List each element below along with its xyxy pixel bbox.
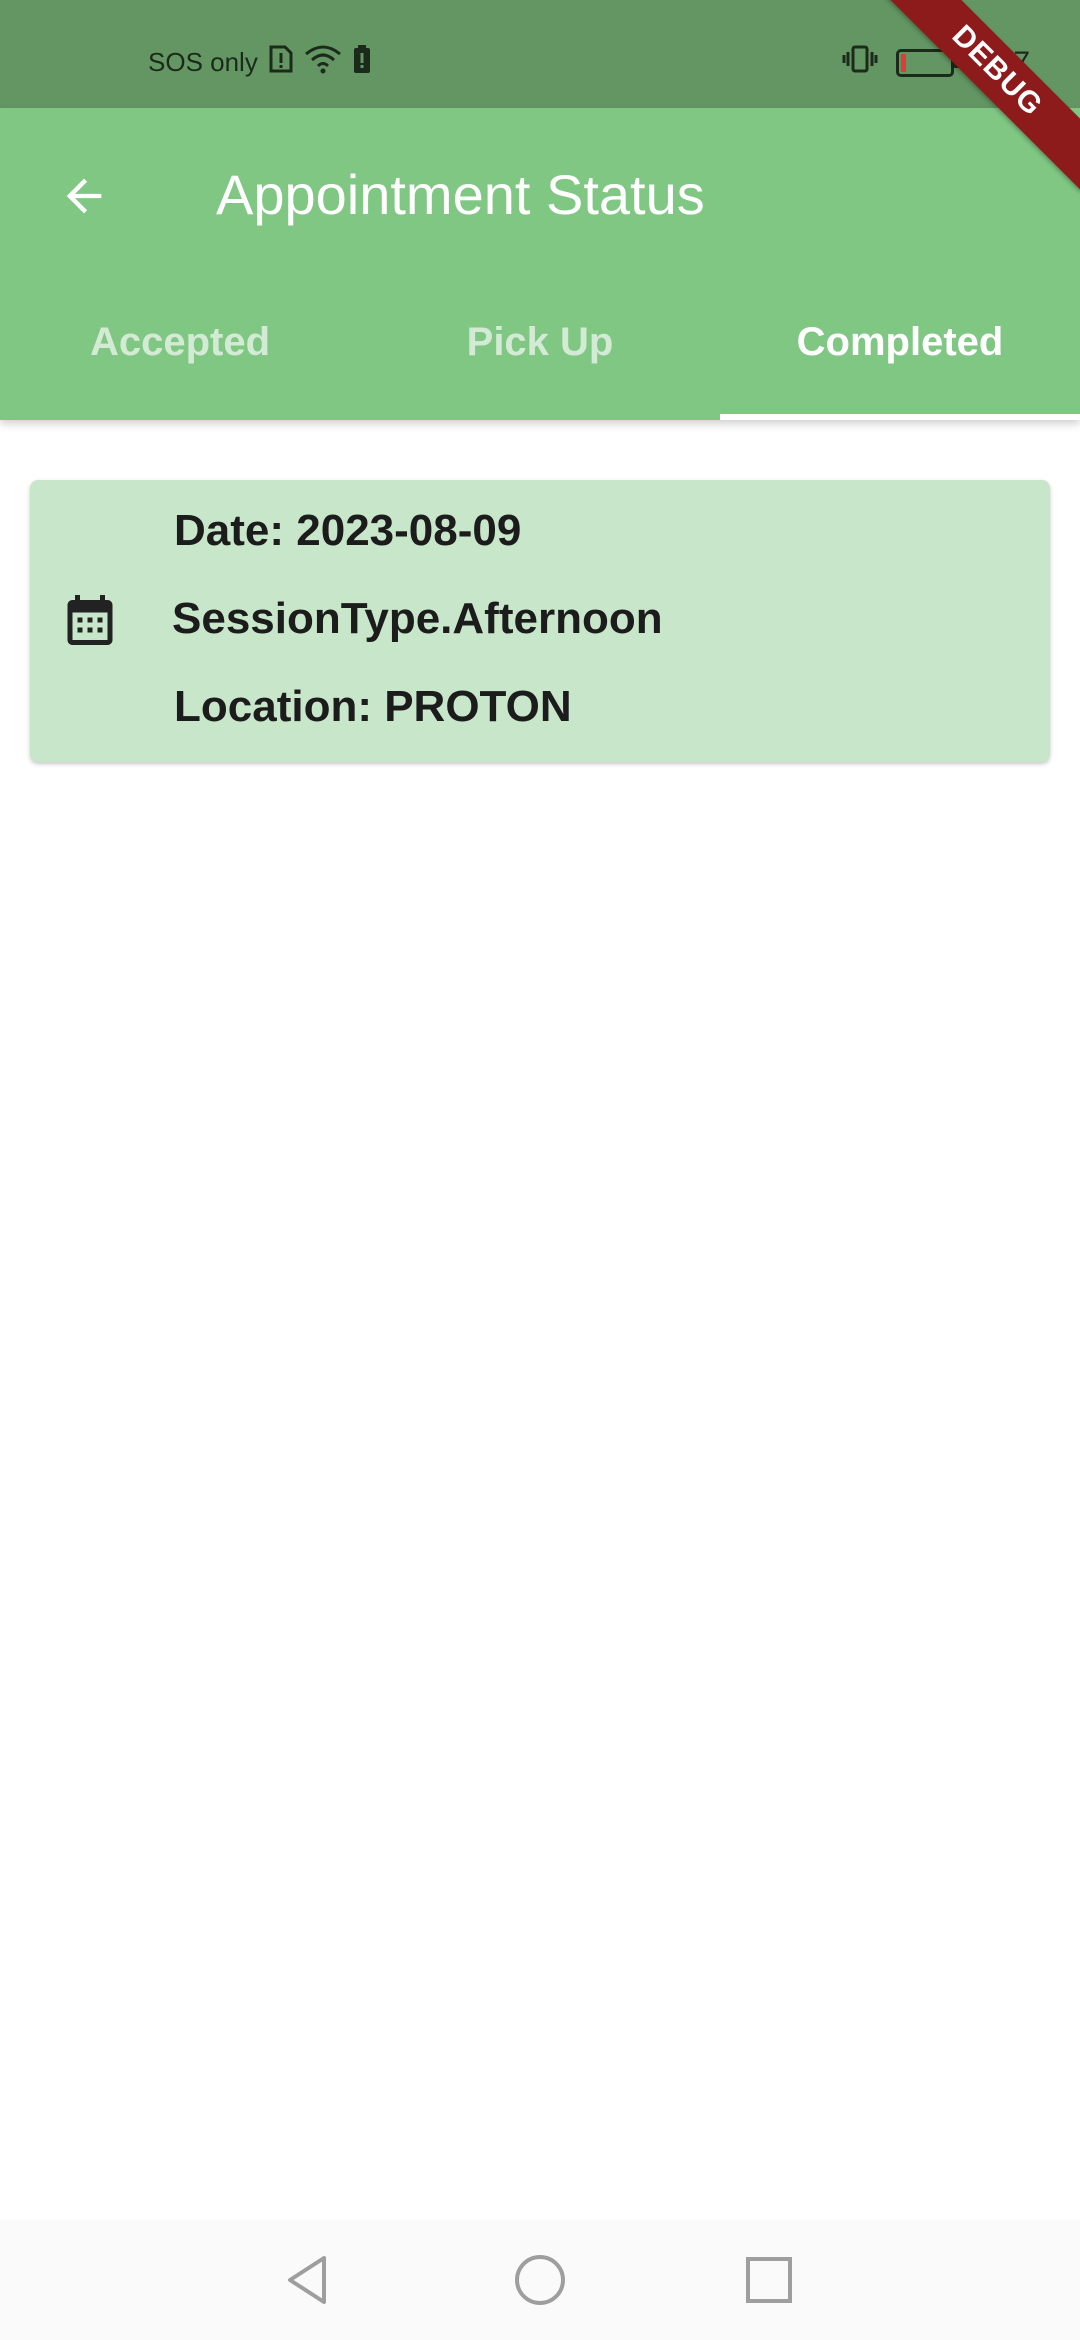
carrier-label: SOS only bbox=[148, 47, 258, 77]
clock-time: 3:47 bbox=[971, 46, 1030, 79]
tab-bar: Accepted Pick Up Completed bbox=[0, 264, 1080, 420]
battery-icon bbox=[895, 49, 960, 77]
status-right: 3:47 bbox=[842, 44, 1030, 82]
status-bar: SOS only 3:47 bbox=[0, 0, 1080, 108]
vibrate-icon bbox=[842, 44, 878, 82]
tab-pick-up[interactable]: Pick Up bbox=[360, 264, 720, 420]
appointment-location: Location: PROTON bbox=[174, 682, 572, 731]
back-triangle-icon bbox=[288, 2256, 326, 2304]
home-circle-icon bbox=[515, 2255, 565, 2305]
recents-square-icon bbox=[746, 2257, 792, 2303]
arrow-back-icon bbox=[66, 178, 102, 214]
wifi-icon bbox=[304, 44, 342, 81]
system-nav-bar bbox=[0, 2220, 1080, 2340]
battery-saver-icon bbox=[352, 44, 372, 81]
calendar-icon bbox=[67, 595, 113, 645]
status-left: SOS only bbox=[148, 44, 372, 81]
appointment-session: SessionType.Afternoon bbox=[172, 594, 663, 643]
page-title: Appointment Status bbox=[216, 163, 705, 226]
sim-alert-icon bbox=[268, 44, 294, 81]
appointment-date: Date: 2023-08-09 bbox=[174, 506, 522, 555]
app-bar: Appointment Status Accepted Pick Up Comp… bbox=[0, 108, 1080, 420]
battery-level bbox=[900, 54, 906, 72]
appointment-card[interactable]: Date: 2023-08-09 SessionType.Afternoon L… bbox=[30, 480, 1050, 762]
back-button[interactable] bbox=[52, 164, 116, 228]
nav-home-button[interactable] bbox=[508, 2248, 572, 2312]
tab-accepted[interactable]: Accepted bbox=[0, 264, 360, 420]
nav-back-button[interactable] bbox=[276, 2248, 340, 2312]
tab-completed[interactable]: Completed bbox=[720, 264, 1080, 420]
nav-recents-button[interactable] bbox=[737, 2248, 801, 2312]
completed-list: Date: 2023-08-09 SessionType.Afternoon L… bbox=[0, 420, 1080, 762]
